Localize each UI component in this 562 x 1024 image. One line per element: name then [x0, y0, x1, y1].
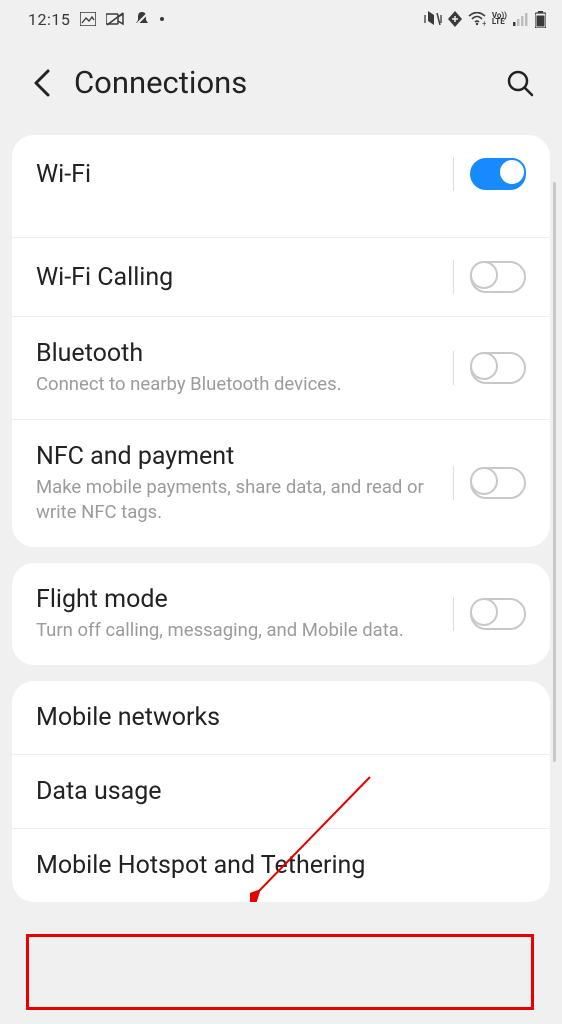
- flight-label: Flight mode: [36, 585, 441, 614]
- divider: [453, 597, 454, 631]
- scrollbar[interactable]: [553, 182, 556, 762]
- item-data-usage[interactable]: Data usage: [12, 754, 550, 828]
- more-dot-icon: [160, 17, 164, 21]
- vibrate-icon: [424, 11, 442, 27]
- item-bluetooth[interactable]: Bluetooth Connect to nearby Bluetooth de…: [12, 316, 550, 419]
- mobile-hotspot-label: Mobile Hotspot and Tethering: [36, 851, 526, 880]
- battery-icon: [535, 11, 546, 28]
- bluetooth-desc: Connect to nearby Bluetooth devices.: [36, 372, 441, 397]
- dnd-icon: [134, 11, 150, 27]
- highlight-annotation: [26, 934, 534, 1010]
- flight-desc: Turn off calling, messaging, and Mobile …: [36, 618, 441, 643]
- item-flight-mode[interactable]: Flight mode Turn off calling, messaging,…: [12, 563, 550, 665]
- divider: [453, 466, 454, 500]
- bluetooth-toggle[interactable]: [470, 352, 526, 384]
- volte-icon: Vo))LTE: [492, 13, 507, 26]
- data-usage-label: Data usage: [36, 777, 526, 806]
- status-time: 12:15: [28, 10, 70, 29]
- mobile-networks-label: Mobile networks: [36, 703, 526, 732]
- nfc-desc: Make mobile payments, share data, and re…: [36, 475, 441, 525]
- chevron-left-icon: [31, 68, 53, 98]
- item-nfc[interactable]: NFC and payment Make mobile payments, sh…: [12, 419, 550, 547]
- bluetooth-label: Bluetooth: [36, 339, 441, 368]
- item-wifi[interactable]: Wi-Fi: [12, 135, 550, 237]
- divider: [453, 157, 454, 191]
- card-connectivity: Wi-Fi Wi-Fi Calling Bluetooth Connect to…: [12, 135, 550, 547]
- wifi-label: Wi-Fi: [36, 160, 441, 189]
- search-icon: [506, 69, 534, 97]
- nfc-label: NFC and payment: [36, 442, 441, 471]
- status-bar: 12:15 + Vo))LTE: [0, 0, 562, 34]
- item-wifi-calling[interactable]: Wi-Fi Calling: [12, 237, 550, 316]
- wifi-calling-toggle[interactable]: [470, 261, 526, 293]
- wifi-calling-label: Wi-Fi Calling: [36, 263, 441, 292]
- divider: [453, 260, 454, 294]
- item-mobile-networks[interactable]: Mobile networks: [12, 681, 550, 754]
- signal-icon: [513, 12, 529, 26]
- wifi-icon: +: [468, 12, 486, 26]
- svg-text:+: +: [482, 19, 486, 26]
- divider: [453, 351, 454, 385]
- header: Connections: [0, 34, 562, 135]
- flight-toggle[interactable]: [470, 598, 526, 630]
- card-mobile: Mobile networks Data usage Mobile Hotspo…: [12, 681, 550, 902]
- back-button[interactable]: [24, 65, 60, 101]
- card-flight: Flight mode Turn off calling, messaging,…: [12, 563, 550, 665]
- data-saver-icon: [448, 11, 462, 27]
- nfc-toggle[interactable]: [470, 467, 526, 499]
- wifi-toggle[interactable]: [470, 158, 526, 190]
- page-title: Connections: [74, 64, 502, 101]
- camera-off-icon: [106, 12, 124, 26]
- search-button[interactable]: [502, 65, 538, 101]
- item-mobile-hotspot[interactable]: Mobile Hotspot and Tethering: [12, 828, 550, 902]
- picture-icon: [80, 12, 96, 26]
